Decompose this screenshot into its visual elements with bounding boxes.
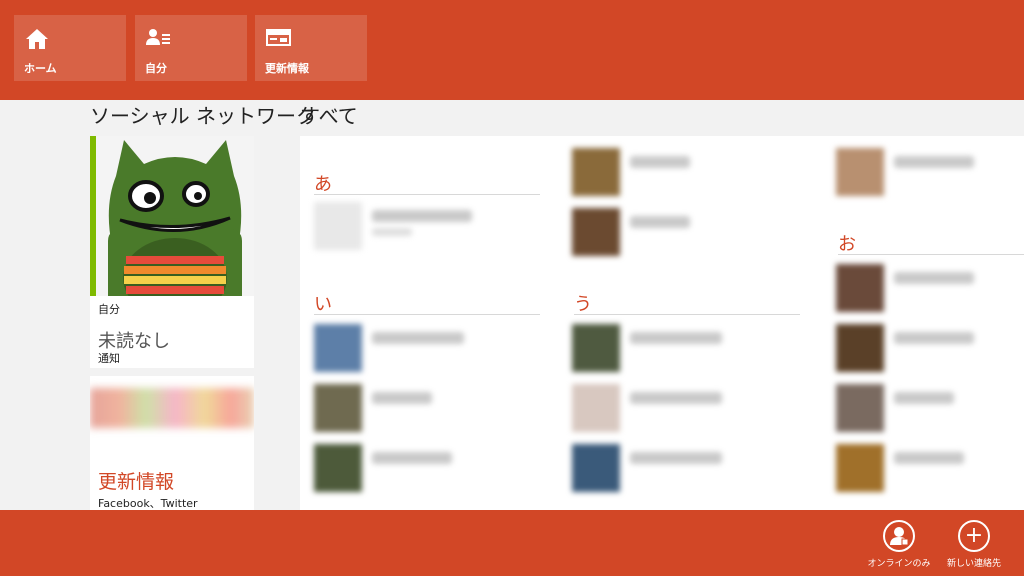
contact-item[interactable] [572, 444, 802, 492]
whats-new-tile[interactable]: 更新情報 Facebook、Twitter [90, 376, 254, 510]
person-online-icon [883, 520, 915, 552]
me-notifications-label: 通知 [98, 352, 120, 365]
new-contact-button[interactable]: + 新しい連絡先 [934, 518, 1014, 574]
contact-name-blurred [894, 452, 964, 464]
online-only-label: オンラインのみ [867, 559, 931, 569]
contact-detail-blurred [372, 228, 412, 236]
contact-name-blurred [894, 156, 974, 168]
whats-new-title: 更新情報 [98, 471, 175, 493]
contact-avatar [836, 264, 884, 312]
me-avatar-monster-image [96, 136, 254, 296]
online-only-button[interactable]: オンラインのみ [859, 518, 939, 574]
contact-item[interactable] [836, 148, 1024, 196]
contact-name-blurred [630, 452, 722, 464]
contact-avatar [314, 202, 362, 250]
group-header-a[interactable]: あ [314, 170, 332, 196]
nav-me-button[interactable]: 自分 [135, 15, 247, 81]
contact-item[interactable] [836, 264, 1024, 312]
app-bar: オンラインのみ + 新しい連絡先 [0, 510, 1024, 576]
contact-name-blurred [372, 210, 472, 222]
contact-avatar [836, 148, 884, 196]
contact-name-blurred [630, 216, 690, 228]
contact-item[interactable] [572, 384, 802, 432]
contact-avatar [836, 384, 884, 432]
nav-whats-new-label: 更新情報 [265, 62, 309, 75]
contact-avatar [314, 324, 362, 372]
contact-name-blurred [894, 272, 974, 284]
contact-avatar [572, 148, 620, 196]
contact-name-blurred [630, 332, 722, 344]
whats-new-icon [266, 29, 291, 46]
contact-item[interactable] [314, 202, 544, 250]
nav-me-label: 自分 [145, 62, 167, 75]
contact-item[interactable] [572, 324, 802, 372]
group-header-o[interactable]: お [838, 230, 856, 256]
new-contact-label: 新しい連絡先 [946, 559, 1001, 569]
group-divider [314, 194, 540, 195]
contacts-list: あ い う お [300, 136, 1024, 510]
contact-avatar [836, 444, 884, 492]
top-nav-bar: ホーム 自分 更新情報 [0, 0, 1024, 100]
contact-item[interactable] [836, 384, 1024, 432]
group-divider [838, 254, 1024, 255]
contact-name-blurred [372, 452, 452, 464]
contact-item[interactable] [836, 324, 1024, 372]
contact-name-blurred [372, 392, 432, 404]
contact-name-blurred [894, 332, 974, 344]
contact-name-blurred [372, 332, 464, 344]
contact-item[interactable] [314, 324, 544, 372]
me-list-icon [146, 29, 170, 45]
group-divider [314, 314, 540, 315]
me-tile[interactable]: 自分 未読なし 通知 [90, 136, 254, 368]
contact-avatar [572, 324, 620, 372]
contact-item[interactable] [572, 148, 802, 196]
contact-item[interactable] [836, 444, 1024, 492]
contact-avatar [314, 384, 362, 432]
group-header-i[interactable]: い [314, 290, 332, 316]
me-name-label: 自分 [98, 303, 120, 316]
contact-name-blurred [894, 392, 954, 404]
contact-name-blurred [630, 392, 722, 404]
section-title-social-network: ソーシャル ネットワーク [90, 104, 316, 128]
nav-whats-new-button[interactable]: 更新情報 [255, 15, 367, 81]
contact-avatar [572, 208, 620, 256]
contact-avatar [836, 324, 884, 372]
group-header-u[interactable]: う [574, 290, 592, 316]
contact-avatar [314, 444, 362, 492]
contact-avatar [572, 444, 620, 492]
contact-avatar [572, 384, 620, 432]
contact-item[interactable] [314, 444, 544, 492]
contact-item[interactable] [572, 208, 802, 256]
nav-home-label: ホーム [24, 62, 57, 75]
home-icon [26, 29, 48, 49]
whats-new-photo-strip [90, 388, 254, 428]
plus-icon: + [958, 520, 990, 552]
whats-new-sources: Facebook、Twitter [98, 497, 198, 510]
section-title-all: すべて [300, 104, 358, 128]
contact-item[interactable] [314, 384, 544, 432]
nav-home-button[interactable]: ホーム [14, 15, 126, 81]
contact-name-blurred [630, 156, 690, 168]
group-divider [574, 314, 800, 315]
